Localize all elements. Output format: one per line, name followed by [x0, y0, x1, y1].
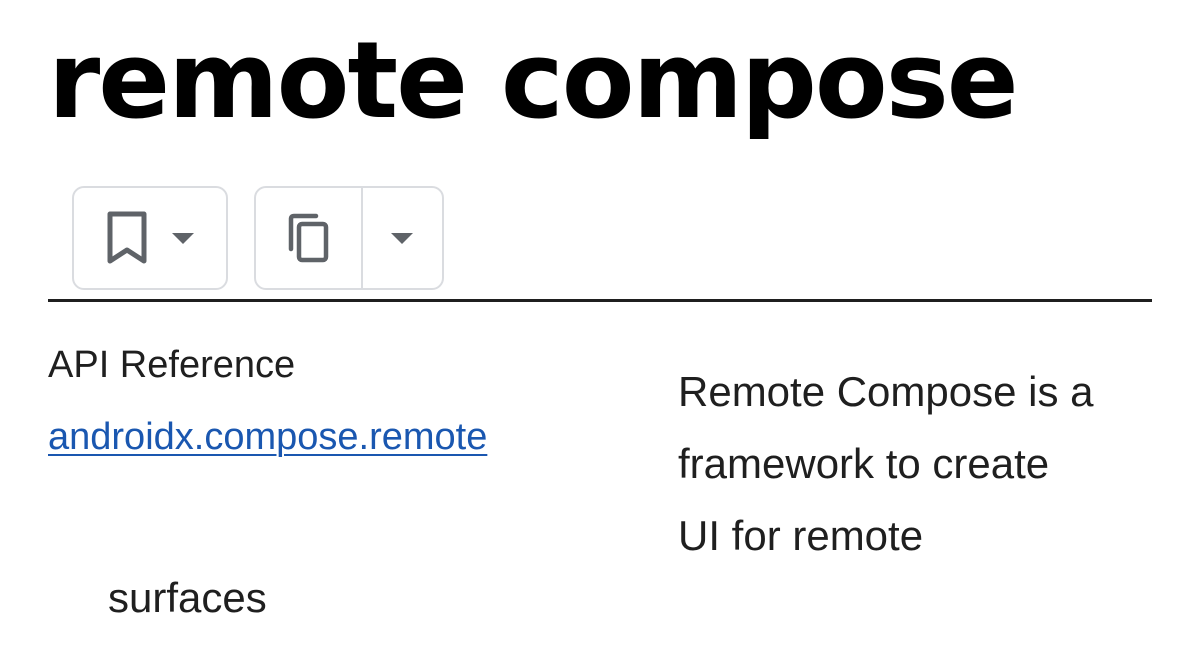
copy-button[interactable]	[256, 188, 361, 288]
description-continuation: surfaces	[108, 574, 267, 621]
page-title: remote compose	[48, 19, 1019, 142]
package-description: Remote Compose is a framework to create …	[678, 368, 1094, 559]
copy-icon	[286, 213, 330, 263]
copy-button-group	[254, 186, 444, 290]
bookmark-button[interactable]	[74, 188, 226, 288]
header-divider	[48, 299, 1152, 302]
caret-down-icon	[390, 231, 414, 245]
bookmark-button-group	[72, 186, 228, 290]
api-reference-label: API Reference	[48, 344, 296, 386]
bookmark-icon	[105, 210, 149, 266]
copy-options-dropdown[interactable]	[360, 188, 442, 288]
caret-down-icon	[171, 231, 195, 245]
page: remote compose API Reference androidx.co…	[0, 0, 1200, 659]
api-package-link[interactable]: androidx.compose.remote	[48, 416, 487, 459]
